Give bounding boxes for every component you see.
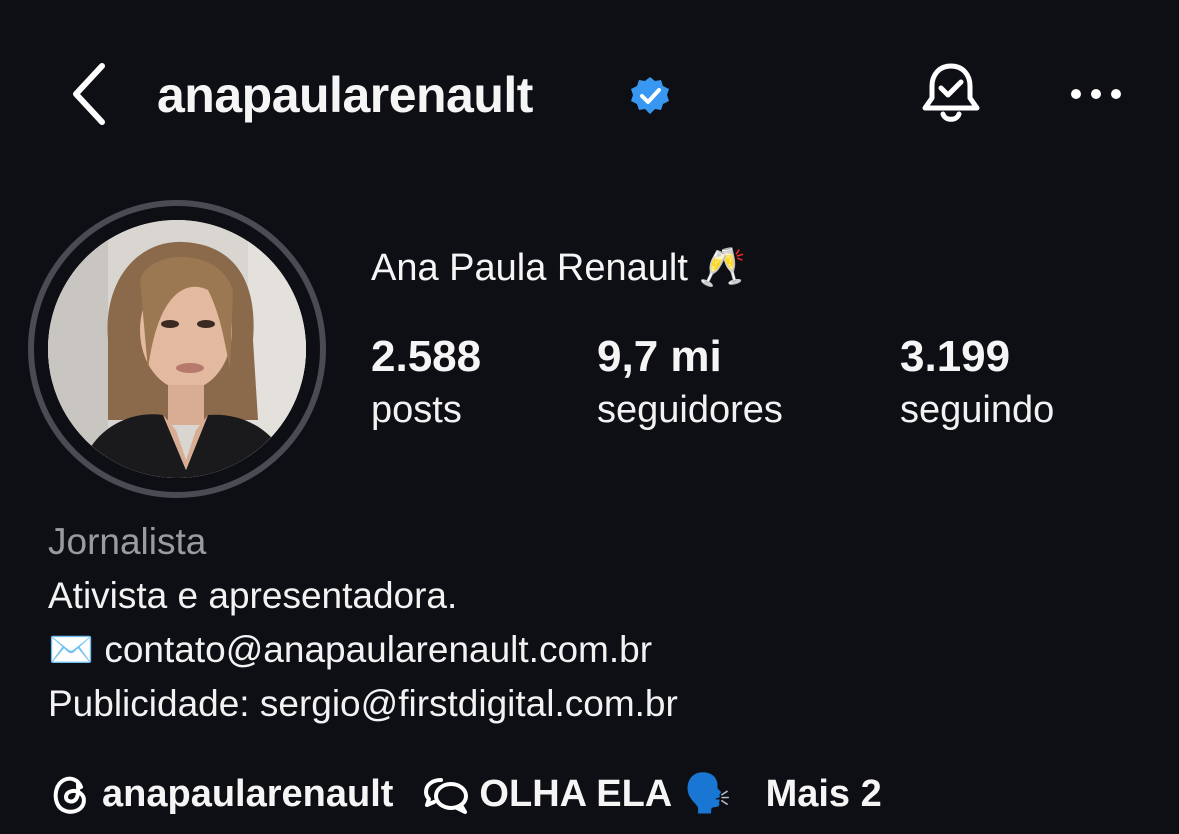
broadcast-channel-link[interactable]: OLHA ELA 🗣️ [421, 772, 732, 816]
chat-bubbles-icon [424, 778, 469, 814]
channel-name: OLHA ELA [479, 772, 673, 815]
following-stat[interactable]: 3.199 seguindo [900, 330, 1054, 436]
threads-handle: anapaularenault [102, 772, 394, 815]
threads-icon [53, 776, 86, 814]
posts-stat[interactable]: 2.588 posts [371, 330, 481, 436]
profile-username: anapaularenault [157, 67, 533, 123]
back-button[interactable] [58, 58, 118, 130]
verified-badge-icon [630, 76, 670, 116]
posts-count: 2.588 [371, 332, 482, 381]
following-count: 3.199 [900, 332, 1011, 381]
followers-count: 9,7 mi [597, 332, 722, 381]
envelope-emoji: ✉️ [48, 629, 95, 670]
profile-category: Jornalista [48, 521, 207, 562]
following-label: seguindo [900, 389, 1055, 431]
display-name: Ana Paula Renault 🥂 [371, 244, 746, 292]
more-options-icon [1071, 89, 1121, 99]
profile-photo [48, 220, 306, 478]
more-links-label: Mais 2 [765, 772, 882, 815]
back-arrow-icon [73, 63, 105, 125]
bio-line-3: Publicidade: sergio@firstdigital.com.br [48, 683, 678, 724]
champagne-emoji: 🥂 [698, 247, 746, 289]
followers-label: seguidores [597, 389, 783, 431]
followers-stat[interactable]: 9,7 mi seguidores [597, 330, 783, 436]
more-options-button[interactable] [1062, 70, 1130, 118]
profile-links-row: anapaularenault OLHA ELA 🗣️ Mais 2 [48, 766, 882, 822]
threads-link[interactable]: anapaularenault [48, 771, 393, 817]
speaking-head-emoji: 🗣️ [684, 773, 732, 815]
more-links-button[interactable]: Mais 2 [766, 773, 882, 816]
bio-email-line: ✉️ contato@anapaularenault.com.br [48, 626, 652, 674]
display-name-text: Ana Paula Renault [371, 247, 688, 289]
notifications-button[interactable] [915, 58, 987, 130]
bio-line-1: Ativista e apresentadora. [48, 575, 458, 616]
avatar[interactable] [48, 220, 306, 478]
posts-label: posts [371, 389, 462, 431]
bio-email-link[interactable]: contato@anapaularenault.com.br [104, 629, 652, 670]
notification-bell-check-icon [922, 63, 980, 122]
